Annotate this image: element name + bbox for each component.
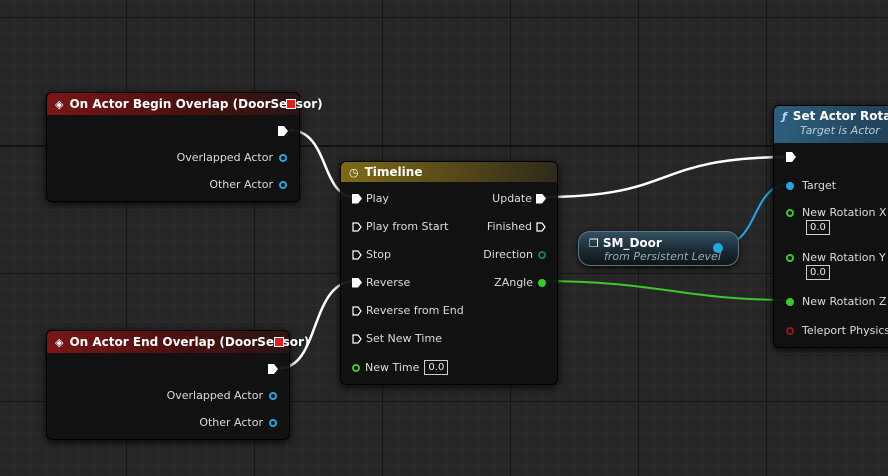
timeline-zangle-pin[interactable]: ZAngle: [494, 276, 546, 289]
pin-label: Set New Time: [366, 332, 442, 345]
object-pin-icon[interactable]: [786, 181, 794, 190]
exec-in-icon[interactable]: [352, 333, 362, 344]
set-rotation-subtitle: Target is Actor: [800, 124, 880, 137]
event-icon: ◈: [55, 97, 64, 111]
object-pin-icon[interactable]: [713, 243, 723, 253]
timeline-new-time-pin[interactable]: New Time 0.0: [352, 360, 449, 375]
begin-overlap-header[interactable]: ◈ On Actor Begin Overlap (DoorSensor): [47, 93, 323, 115]
exec-out-icon[interactable]: [278, 126, 288, 136]
sm-door-title: SM_Door: [602, 236, 662, 250]
pin-label: Stop: [366, 248, 392, 261]
cube-icon: ❒: [589, 236, 599, 250]
pin-label: Teleport Physics: [802, 324, 888, 337]
timeline-stop-pin[interactable]: Stop: [352, 248, 391, 261]
pin-label: New Rotation X (I: [802, 206, 888, 219]
sm-door-node[interactable]: ❒ SM_Door from Persistent Level: [578, 231, 739, 266]
timeline-finished-pin[interactable]: Finished: [487, 220, 546, 233]
float-pin-icon[interactable]: [786, 253, 794, 262]
object-pin-icon[interactable]: [279, 180, 287, 189]
set-actor-rotation-node[interactable]: ƒ Set Actor Rotatio Target is Actor Targ…: [773, 105, 888, 348]
pin-label: Finished: [486, 220, 532, 233]
begin-other-actor-pin[interactable]: Other Actor: [209, 178, 287, 191]
delegate-pin-icon[interactable]: [274, 337, 284, 347]
exec-in-icon[interactable]: [786, 152, 796, 162]
enum-pin-icon[interactable]: [538, 250, 546, 259]
set-rotation-target-pin[interactable]: Target: [786, 179, 836, 192]
function-icon: ƒ: [782, 109, 787, 123]
float-wire-zangle-rotz: [539, 280, 792, 301]
bool-pin-icon[interactable]: [786, 326, 794, 335]
float-pin-icon[interactable]: [352, 363, 360, 372]
timeline-set-new-time-pin[interactable]: Set New Time: [352, 332, 442, 345]
rotation-x-value-input[interactable]: 0.0: [806, 220, 830, 235]
set-rotation-x-pin[interactable]: New Rotation X (I 0.0: [786, 206, 888, 235]
delegate-pin-icon[interactable]: [286, 99, 296, 109]
object-pin-icon[interactable]: [269, 391, 277, 400]
float-pin-icon[interactable]: [786, 208, 794, 217]
pin-label: Other Actor: [199, 416, 263, 429]
timeline-header[interactable]: ◷ Timeline: [341, 162, 557, 182]
pin-label: Target: [802, 179, 837, 192]
pin-label: Update: [492, 192, 532, 205]
pin-label: New Time: [365, 361, 420, 374]
timeline-reverse-pin[interactable]: Reverse: [352, 276, 410, 289]
float-pin-icon[interactable]: [538, 278, 546, 287]
float-pin-icon[interactable]: [786, 297, 794, 306]
set-rotation-z-pin[interactable]: New Rotation Z (Y: [786, 295, 888, 308]
exec-wire-update-set: [541, 155, 791, 199]
timeline-play-pin[interactable]: Play: [352, 192, 389, 205]
pin-label: Reverse from End: [366, 304, 464, 317]
pin-label: New Rotation Z (Y: [802, 295, 888, 308]
set-actor-rotation-header[interactable]: ƒ Set Actor Rotatio Target is Actor: [774, 106, 888, 143]
exec-in-icon[interactable]: [352, 193, 362, 204]
timeline-node[interactable]: ◷ Timeline Play Play from Start Stop Rev…: [340, 161, 558, 385]
pin-label: Play from Start: [366, 220, 449, 233]
end-exec-out-pin[interactable]: [268, 364, 278, 374]
exec-out-icon[interactable]: [536, 221, 546, 232]
sm-door-subtitle: from Persistent Level: [604, 250, 721, 263]
pin-label: Overlapped Actor: [176, 151, 273, 164]
timeline-update-pin[interactable]: Update: [492, 192, 546, 205]
timeline-reverse-from-end-pin[interactable]: Reverse from End: [352, 304, 464, 317]
exec-in-icon[interactable]: [352, 249, 362, 260]
rotation-y-value-input[interactable]: 0.0: [806, 265, 830, 280]
clock-icon: ◷: [349, 165, 359, 179]
pin-label: ZAngle: [494, 276, 533, 289]
set-rotation-exec-in-pin[interactable]: [786, 152, 796, 162]
object-pin-icon[interactable]: [269, 418, 277, 427]
end-overlapped-actor-pin[interactable]: Overlapped Actor: [167, 389, 277, 402]
object-pin-icon[interactable]: [279, 153, 287, 162]
set-rotation-title: Set Actor Rotatio: [792, 109, 888, 123]
exec-in-icon[interactable]: [352, 221, 362, 232]
exec-out-icon[interactable]: [268, 364, 278, 374]
exec-in-icon[interactable]: [352, 277, 362, 288]
event-icon: ◈: [55, 335, 64, 349]
begin-overlap-node[interactable]: ◈ On Actor Begin Overlap (DoorSensor) Ov…: [46, 92, 323, 202]
exec-in-icon[interactable]: [352, 305, 362, 316]
timeline-title: Timeline: [364, 165, 423, 179]
timeline-play-from-start-pin[interactable]: Play from Start: [352, 220, 448, 233]
begin-overlap-title: On Actor Begin Overlap (DoorSensor): [69, 97, 323, 111]
set-rotation-y-pin[interactable]: New Rotation Y (I 0.0: [786, 251, 888, 280]
pin-label: Other Actor: [209, 178, 273, 191]
pin-label: New Rotation Y (I: [802, 251, 888, 264]
pin-label: Reverse: [366, 276, 411, 289]
end-overlap-node[interactable]: ◈ On Actor End Overlap (DoorSensor) Over…: [46, 330, 309, 440]
pin-label: Overlapped Actor: [166, 389, 263, 402]
timeline-direction-pin[interactable]: Direction: [483, 248, 546, 261]
set-rotation-teleport-pin[interactable]: Teleport Physics: [786, 324, 888, 337]
exec-out-icon[interactable]: [536, 193, 546, 204]
begin-overlapped-actor-pin[interactable]: Overlapped Actor: [177, 151, 287, 164]
end-overlap-header[interactable]: ◈ On Actor End Overlap (DoorSensor): [47, 331, 309, 353]
begin-exec-out-pin[interactable]: [278, 126, 288, 136]
pin-label: Direction: [483, 248, 533, 261]
end-other-actor-pin[interactable]: Other Actor: [199, 416, 277, 429]
pin-label: Play: [366, 192, 389, 205]
new-time-value-input[interactable]: 0.0: [424, 360, 449, 375]
